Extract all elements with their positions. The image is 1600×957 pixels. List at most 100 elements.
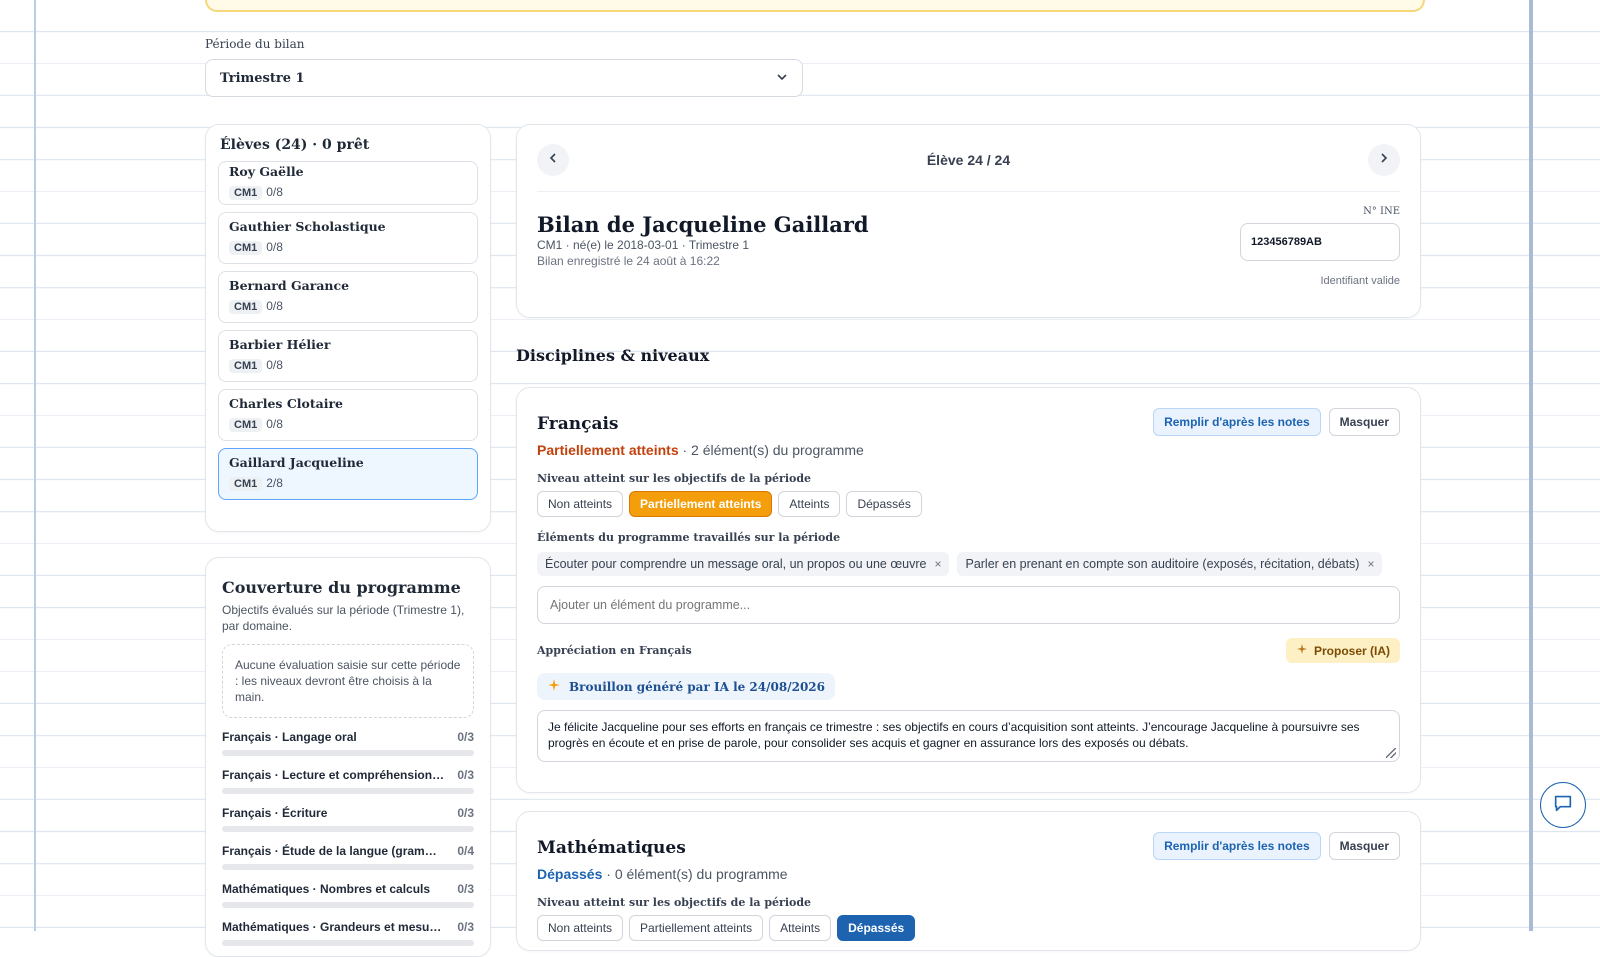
student-item-active[interactable]: Gaillard Jacqueline CM1 2/8 bbox=[218, 448, 478, 500]
discipline-name: Mathématiques bbox=[537, 838, 686, 858]
chat-icon bbox=[1552, 792, 1574, 819]
notebook-right-line bbox=[1529, 0, 1533, 931]
coverage-item-value: 0/3 bbox=[457, 920, 474, 934]
resize-handle-icon[interactable] bbox=[1386, 748, 1396, 758]
notebook-margin-line bbox=[34, 0, 36, 931]
coverage-progress-bar bbox=[222, 750, 474, 756]
coverage-progress-bar bbox=[222, 788, 474, 794]
top-banner bbox=[205, 0, 1425, 12]
student-count: 0/8 bbox=[266, 417, 283, 431]
coverage-item: Français · Langage oral 0/3 bbox=[222, 730, 474, 756]
chevron-down-icon bbox=[776, 71, 788, 86]
student-item[interactable]: Barbier Hélier CM1 0/8 bbox=[218, 330, 478, 382]
close-icon[interactable]: × bbox=[934, 557, 941, 571]
chat-button[interactable] bbox=[1540, 782, 1586, 828]
level-option-depasses[interactable]: Dépassés bbox=[837, 915, 916, 941]
ai-draft-badge: Brouillon généré par IA le 24/08/2026 bbox=[537, 673, 835, 700]
discipline-name: Français bbox=[537, 414, 619, 434]
student-name: Gaillard Jacqueline bbox=[229, 455, 364, 470]
next-student-button[interactable] bbox=[1367, 144, 1400, 176]
student-name: Barbier Hélier bbox=[229, 337, 331, 352]
period-selected-value: Trimestre 1 bbox=[220, 70, 305, 86]
student-level-tag: CM1 bbox=[229, 418, 263, 432]
student-bilan-card: Élève 24 / 24 Bilan de Jacqueline Gailla… bbox=[516, 124, 1421, 318]
student-count: 2/8 bbox=[266, 476, 283, 490]
student-level-tag: CM1 bbox=[229, 186, 263, 200]
discipline-status: Partiellement atteints bbox=[537, 442, 679, 458]
previous-student-button[interactable] bbox=[537, 144, 569, 176]
student-level-tag: CM1 bbox=[229, 359, 263, 373]
coverage-item-label: Mathématiques · Nombres et calculs bbox=[222, 882, 431, 896]
student-level-tag: CM1 bbox=[229, 477, 263, 491]
coverage-empty-notice: Aucune évaluation saisie sur cette pério… bbox=[222, 644, 474, 718]
student-item[interactable]: Charles Clotaire CM1 0/8 bbox=[218, 389, 478, 441]
level-label: Niveau atteint sur les objectifs de la p… bbox=[537, 472, 812, 485]
student-count: 0/8 bbox=[266, 240, 283, 254]
coverage-item-value: 0/4 bbox=[457, 844, 474, 858]
student-count: 0/8 bbox=[266, 358, 283, 372]
ine-status: Identifiant valide bbox=[1320, 275, 1401, 287]
program-elements-chips: Écouter pour comprendre un message oral,… bbox=[537, 552, 1400, 576]
sparkle-icon bbox=[547, 678, 561, 695]
coverage-item: Mathématiques · Grandeurs et mesures 0/3 bbox=[222, 920, 474, 946]
fill-from-grades-button[interactable]: Remplir d'après les notes bbox=[1153, 408, 1321, 436]
chevron-left-icon bbox=[547, 151, 559, 169]
appreciation-textarea[interactable]: Je félicite Jacqueline pour ses efforts … bbox=[537, 710, 1400, 762]
student-name: Roy Gaëlle bbox=[229, 164, 304, 179]
discipline-card-mathematiques: Mathématiques Dépassés · 0 élément(s) du… bbox=[516, 811, 1421, 951]
student-level-tag: CM1 bbox=[229, 241, 263, 255]
propose-ia-label: Proposer (IA) bbox=[1313, 643, 1390, 658]
coverage-item-value: 0/3 bbox=[457, 768, 474, 782]
elements-label: Éléments du programme travaillés sur la … bbox=[537, 531, 841, 544]
student-level-tag: CM1 bbox=[229, 300, 263, 314]
program-element-chip: Parler en prenant en compte son auditoir… bbox=[957, 552, 1383, 576]
student-position: Élève 24 / 24 bbox=[926, 152, 1011, 168]
fill-from-grades-button[interactable]: Remplir d'après les notes bbox=[1153, 832, 1321, 860]
coverage-item: Mathématiques · Nombres et calculs 0/3 bbox=[222, 882, 474, 908]
coverage-item: Français · Lecture et compréhension de l… bbox=[222, 768, 474, 794]
student-item[interactable]: Bernard Garance CM1 0/8 bbox=[218, 271, 478, 323]
level-option-partiellement-atteints[interactable]: Partiellement atteints bbox=[629, 915, 764, 941]
coverage-item-label: Français · Langage oral bbox=[222, 730, 357, 744]
propose-ia-button[interactable]: Proposer (IA) bbox=[1285, 638, 1400, 663]
sparkle-icon bbox=[1296, 643, 1308, 658]
student-count: 0/8 bbox=[266, 299, 283, 313]
period-select[interactable]: Trimestre 1 bbox=[205, 59, 803, 97]
level-option-atteints[interactable]: Atteints bbox=[769, 915, 832, 941]
hide-button[interactable]: Masquer bbox=[1328, 408, 1400, 436]
coverage-item-value: 0/3 bbox=[457, 806, 474, 820]
period-label: Période du bilan bbox=[205, 37, 305, 51]
level-selector: Non atteints Partiellement atteints Atte… bbox=[537, 491, 1400, 517]
student-item[interactable]: Roy Gaëlle CM1 0/8 bbox=[218, 161, 478, 205]
coverage-item-value: 0/3 bbox=[457, 882, 474, 896]
coverage-item: Français · Écriture 0/3 bbox=[222, 806, 474, 832]
close-icon[interactable]: × bbox=[1367, 557, 1374, 571]
chevron-right-icon bbox=[1378, 151, 1390, 169]
level-option-atteints[interactable]: Atteints bbox=[778, 491, 841, 517]
level-option-non-atteints[interactable]: Non atteints bbox=[537, 915, 624, 941]
coverage-subtitle: Objectifs évalués sur la période (Trimes… bbox=[222, 603, 465, 633]
discipline-card-francais: Français Partiellement atteints · 2 élém… bbox=[516, 387, 1421, 793]
coverage-item: Français · Étude de la langue (grammaire… bbox=[222, 844, 474, 870]
bilan-title: Bilan de Jacqueline Gaillard bbox=[537, 212, 869, 237]
coverage-item-label: Français · Écriture bbox=[222, 806, 328, 820]
add-program-element-input[interactable] bbox=[537, 586, 1400, 624]
student-item[interactable]: Gauthier Scholastique CM1 0/8 bbox=[218, 212, 478, 264]
level-option-partiellement-atteints[interactable]: Partiellement atteints bbox=[629, 491, 773, 517]
chip-label: Écouter pour comprendre un message oral,… bbox=[545, 557, 927, 571]
student-name: Bernard Garance bbox=[229, 278, 350, 293]
ine-label: N° INE bbox=[1363, 206, 1400, 217]
level-option-non-atteints[interactable]: Non atteints bbox=[537, 491, 624, 517]
student-name: Gauthier Scholastique bbox=[229, 219, 386, 234]
students-list-card: Élèves (24) · 0 prêt Roy Gaëlle CM1 0/8 G… bbox=[205, 124, 491, 532]
coverage-progress-bar bbox=[222, 902, 474, 908]
coverage-item-value: 0/3 bbox=[457, 730, 474, 744]
discipline-elements-count: · 0 élément(s) du programme bbox=[606, 866, 788, 882]
chip-label: Parler en prenant en compte son auditoir… bbox=[965, 557, 1360, 571]
hide-button[interactable]: Masquer bbox=[1328, 832, 1400, 860]
coverage-item-label: Français · Lecture et compréhension de l… bbox=[222, 768, 446, 782]
level-option-depasses[interactable]: Dépassés bbox=[846, 491, 922, 517]
ine-input[interactable] bbox=[1240, 223, 1400, 261]
coverage-card: Couverture du programme Objectifs évalué… bbox=[205, 557, 491, 957]
coverage-progress-bar bbox=[222, 826, 474, 832]
